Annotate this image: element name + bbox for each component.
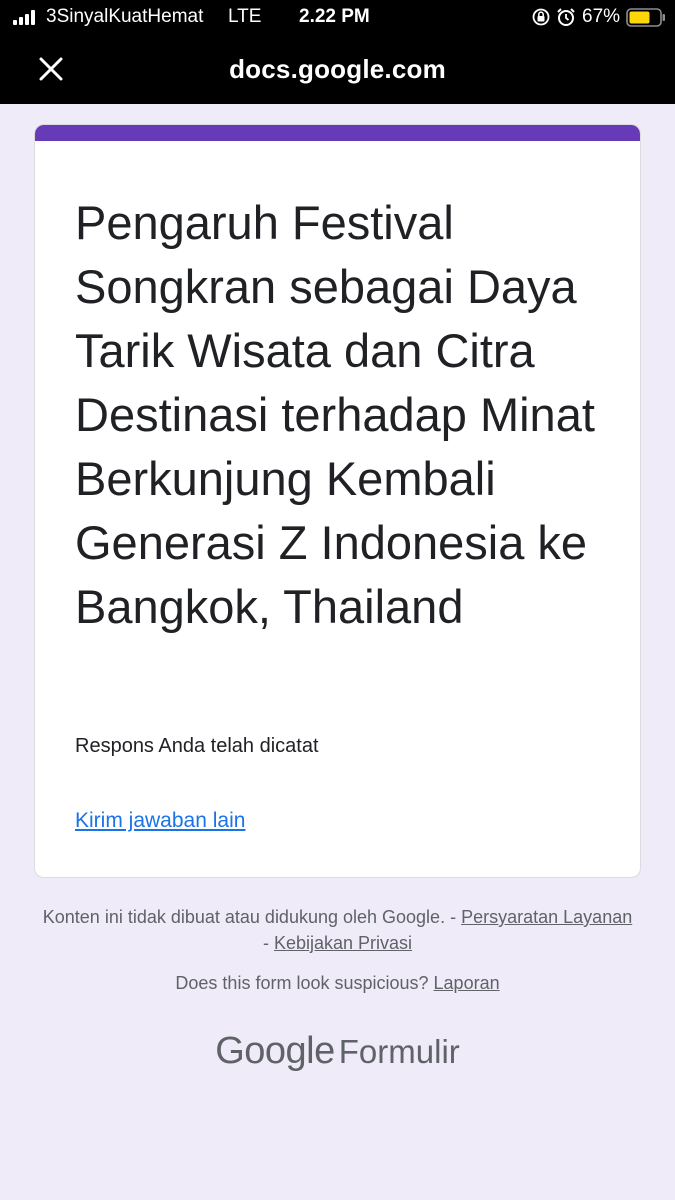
brand-google: Google [215, 1030, 335, 1072]
privacy-policy-link[interactable]: Kebijakan Privasi [274, 933, 412, 953]
disclaimer-text: Konten ini tidak dibuat atau didukung ol… [42, 907, 446, 927]
brand-forms: Formulir [338, 1033, 460, 1070]
battery-percentage: 67% [582, 6, 621, 27]
battery-icon [626, 8, 665, 27]
separator: - [262, 933, 269, 953]
status-bar: 3SinyalKuatHemat LTE 2.22 PM 67% [0, 0, 675, 36]
report-link[interactable]: Laporan [434, 973, 500, 993]
footer-disclaimer: Konten ini tidak dibuat atau didukung ol… [40, 904, 635, 956]
form-title: Pengaruh Festival Songkran sebagai Daya … [75, 196, 595, 633]
separator: - [450, 907, 457, 927]
terms-of-service-link[interactable]: Persyaratan Layanan [461, 907, 632, 927]
confirmation-message: Respons Anda telah dicatat [75, 735, 319, 757]
page-url: docs.google.com [229, 54, 446, 84]
network-type: LTE [228, 6, 262, 27]
carrier-name: 3SinyalKuatHemat [46, 6, 204, 27]
google-forms-logo[interactable]: Google Formulir [0, 1030, 675, 1073]
rotation-lock-icon [532, 8, 550, 26]
signal-strength-icon [13, 10, 39, 25]
browser-top-bar: 3SinyalKuatHemat LTE 2.22 PM 67% docs.go… [0, 0, 675, 104]
suspicious-form-notice: Does this form look suspicious? Laporan [0, 973, 675, 994]
alarm-icon [557, 8, 575, 26]
form-accent-bar [35, 125, 640, 141]
suspicious-text: Does this form look suspicious? [175, 973, 429, 993]
form-card: Pengaruh Festival Songkran sebagai Daya … [34, 124, 641, 878]
submit-another-link[interactable]: Kirim jawaban lain [75, 809, 245, 833]
status-time: 2.22 PM [299, 6, 370, 27]
